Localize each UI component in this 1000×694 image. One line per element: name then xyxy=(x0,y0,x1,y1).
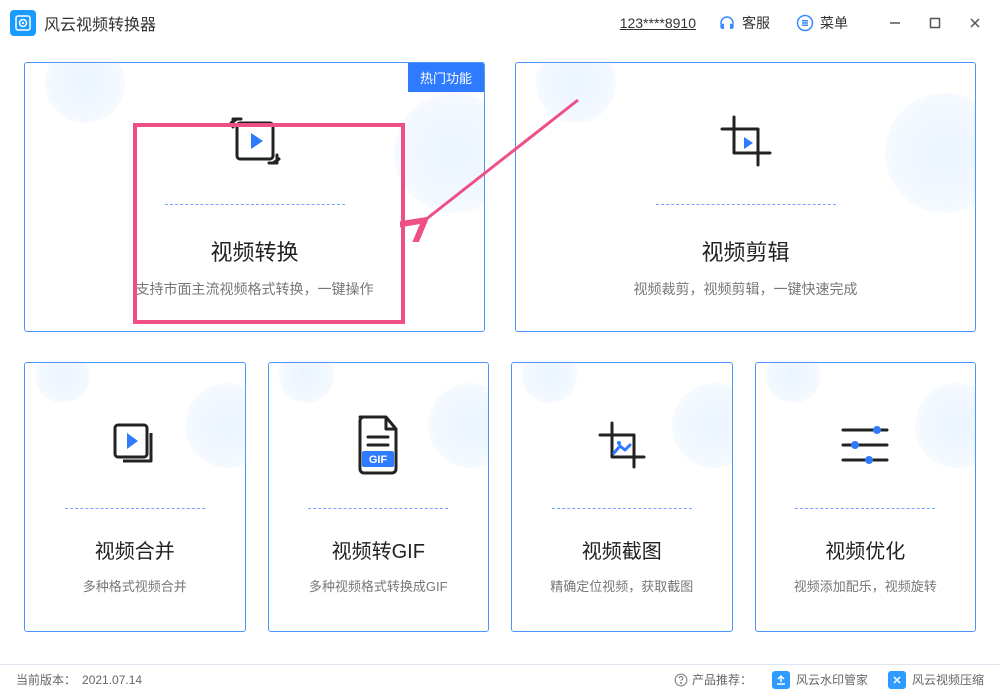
screenshot-icon xyxy=(592,400,652,490)
titlebar: 风云视频转换器 123****8910 客服 菜单 xyxy=(0,0,1000,46)
main-content: 热门功能 视频转换 支持市面主流视频格式转换，一键操作 xyxy=(0,46,1000,664)
recommend-label: 风云水印管家 xyxy=(796,671,868,688)
gif-file-icon: GIF xyxy=(352,400,404,490)
question-icon xyxy=(674,673,688,687)
card-subtitle: 支持市面主流视频格式转换，一键操作 xyxy=(136,279,374,299)
recommend-label: 风云视频压缩 xyxy=(912,671,984,688)
version-label: 当前版本： xyxy=(16,671,76,688)
app-title: 风云视频转换器 xyxy=(44,11,156,35)
support-label: 客服 xyxy=(742,13,770,33)
card-video-merge[interactable]: 视频合并 多种格式视频合并 xyxy=(24,362,246,632)
card-title: 视频优化 xyxy=(825,535,905,564)
recommend-watermark[interactable]: 风云水印管家 xyxy=(772,671,868,689)
card-video-optimize[interactable]: 视频优化 视频添加配乐，视频旋转 xyxy=(755,362,977,632)
hot-tag: 热门功能 xyxy=(408,63,484,92)
card-subtitle: 精确定位视频，获取截图 xyxy=(550,576,693,595)
svg-text:GIF: GIF xyxy=(369,454,388,466)
card-title: 视频合并 xyxy=(95,535,175,564)
version-value: 2021.07.14 xyxy=(82,673,142,687)
support-button[interactable]: 客服 xyxy=(718,13,770,33)
menu-list-icon xyxy=(796,14,814,32)
card-title: 视频截图 xyxy=(582,535,662,564)
menu-button[interactable]: 菜单 xyxy=(796,13,848,33)
convert-icon xyxy=(219,96,291,186)
card-video-screenshot[interactable]: 视频截图 精确定位视频，获取截图 xyxy=(511,362,733,632)
card-title: 视频转GIF xyxy=(332,535,425,564)
recommend-compress[interactable]: 风云视频压缩 xyxy=(888,671,984,689)
sliders-icon xyxy=(835,400,895,490)
card-subtitle: 多种视频格式转换成GIF xyxy=(309,576,448,595)
footer: 当前版本： 2021.07.14 产品推荐： 风云水印管家 风云视频压缩 xyxy=(0,664,1000,694)
headset-icon xyxy=(718,14,736,32)
minimize-button[interactable] xyxy=(884,12,906,34)
card-subtitle: 多种格式视频合并 xyxy=(83,576,187,595)
compress-app-icon xyxy=(888,671,906,689)
close-button[interactable] xyxy=(964,12,986,34)
account-link[interactable]: 123****8910 xyxy=(620,15,696,31)
card-video-to-gif[interactable]: GIF 视频转GIF 多种视频格式转换成GIF xyxy=(268,362,490,632)
card-video-edit[interactable]: 视频剪辑 视频裁剪，视频剪辑，一键快速完成 xyxy=(515,62,976,332)
menu-label: 菜单 xyxy=(820,13,848,33)
recommend-label: 产品推荐： xyxy=(674,671,752,688)
card-video-convert[interactable]: 热门功能 视频转换 支持市面主流视频格式转换，一键操作 xyxy=(24,62,485,332)
card-subtitle: 视频裁剪，视频剪辑，一键快速完成 xyxy=(634,279,858,299)
app-logo-icon xyxy=(10,10,36,36)
card-title: 视频剪辑 xyxy=(701,235,789,267)
crop-icon xyxy=(710,96,782,186)
maximize-button[interactable] xyxy=(924,12,946,34)
merge-icon xyxy=(105,400,165,490)
card-subtitle: 视频添加配乐，视频旋转 xyxy=(794,576,937,595)
watermark-app-icon xyxy=(772,671,790,689)
card-title: 视频转换 xyxy=(210,235,298,267)
